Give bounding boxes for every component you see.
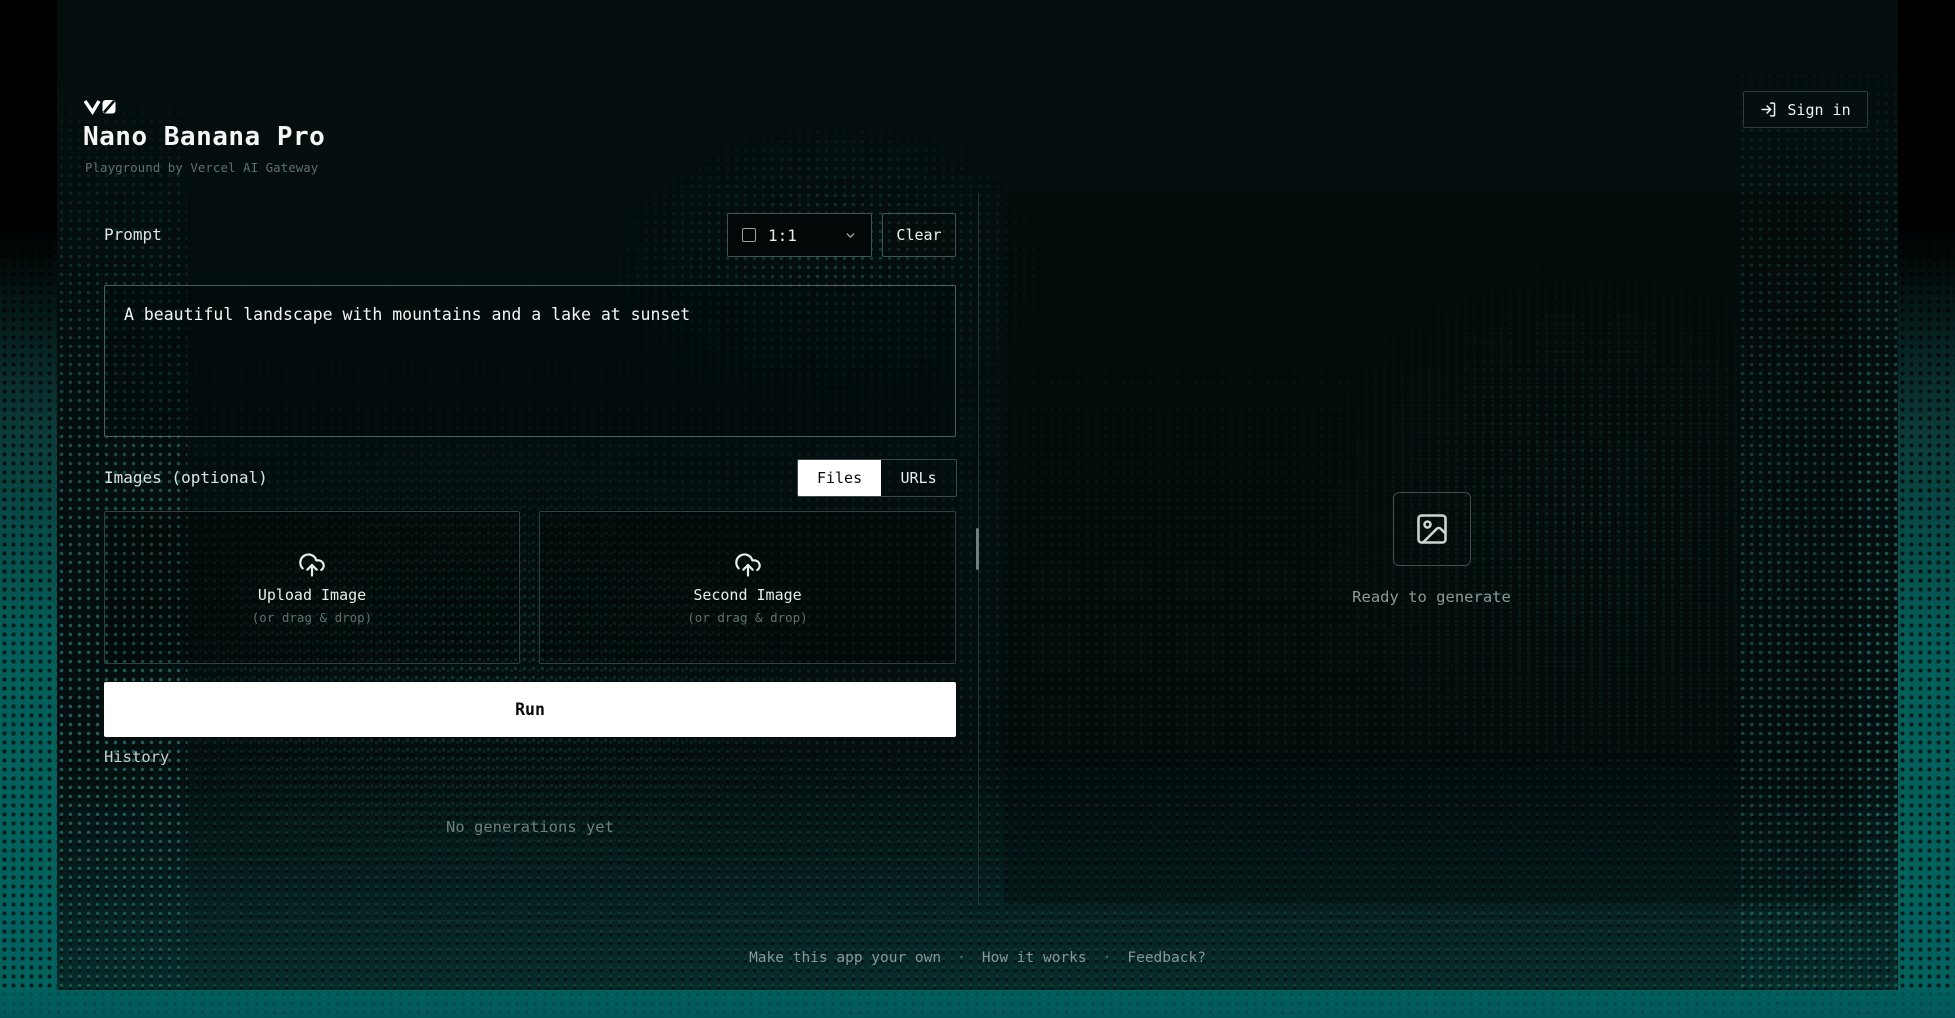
footer-link-make-your-own[interactable]: Make this app your own xyxy=(749,950,941,966)
images-optional-label: Images (optional) xyxy=(104,458,268,498)
prompt-label: Prompt xyxy=(104,213,162,257)
footer-link-how-it-works[interactable]: How it works xyxy=(982,950,1087,966)
aspect-ratio-value: 1:1 xyxy=(768,226,797,245)
upload-zone-title: Upload Image xyxy=(258,586,366,604)
history-empty-text: No generations yet xyxy=(104,818,956,836)
v0-logo-icon xyxy=(84,98,117,116)
cloud-upload-icon xyxy=(298,551,326,579)
aspect-ratio-select[interactable]: 1:1 xyxy=(727,213,872,257)
background-halftone-right xyxy=(1898,0,1955,1018)
background-halftone-left xyxy=(0,0,57,1018)
run-button[interactable]: Run xyxy=(104,682,956,737)
sign-in-button[interactable]: Sign in xyxy=(1743,91,1868,128)
image-icon xyxy=(1414,511,1450,547)
output-status-text: Ready to generate xyxy=(1352,588,1511,606)
upload-zone-hint: (or drag & drop) xyxy=(687,610,807,625)
footer-separator: · xyxy=(1103,950,1112,966)
footer-separator: · xyxy=(957,950,966,966)
tab-urls[interactable]: URLs xyxy=(881,460,956,496)
background-teal-bottom-bar xyxy=(0,990,1955,1018)
second-image-dropzone[interactable]: Second Image (or drag & drop) xyxy=(539,511,956,664)
halftone-wave-left xyxy=(97,430,857,910)
footer-links: Make this app your own · How it works · … xyxy=(57,938,1898,978)
chevron-down-icon xyxy=(844,229,857,242)
log-in-icon xyxy=(1760,101,1777,118)
sign-in-label: Sign in xyxy=(1787,101,1850,119)
prompt-textarea[interactable]: A beautiful landscape with mountains and… xyxy=(104,285,956,437)
upload-image-dropzone[interactable]: Upload Image (or drag & drop) xyxy=(104,511,520,664)
footer-link-feedback[interactable]: Feedback? xyxy=(1127,950,1206,966)
page-subtitle: Playground by Vercel AI Gateway xyxy=(85,160,318,175)
cloud-upload-icon xyxy=(734,551,762,579)
upload-zone-title: Second Image xyxy=(693,586,801,604)
app-card: Nano Banana Pro Playground by Vercel AI … xyxy=(57,0,1898,990)
page-title: Nano Banana Pro xyxy=(83,122,325,152)
output-panel: Ready to generate xyxy=(1004,193,1859,905)
panel-resize-handle[interactable] xyxy=(976,528,979,570)
square-ratio-icon xyxy=(742,228,756,242)
clear-button[interactable]: Clear xyxy=(882,213,956,257)
upload-zone-hint: (or drag & drop) xyxy=(252,610,372,625)
image-source-toggle: Files URLs xyxy=(797,459,957,497)
footer-divider xyxy=(84,920,1857,921)
history-label: History xyxy=(104,748,169,766)
tab-files[interactable]: Files xyxy=(798,460,881,496)
output-placeholder-box xyxy=(1393,492,1471,566)
